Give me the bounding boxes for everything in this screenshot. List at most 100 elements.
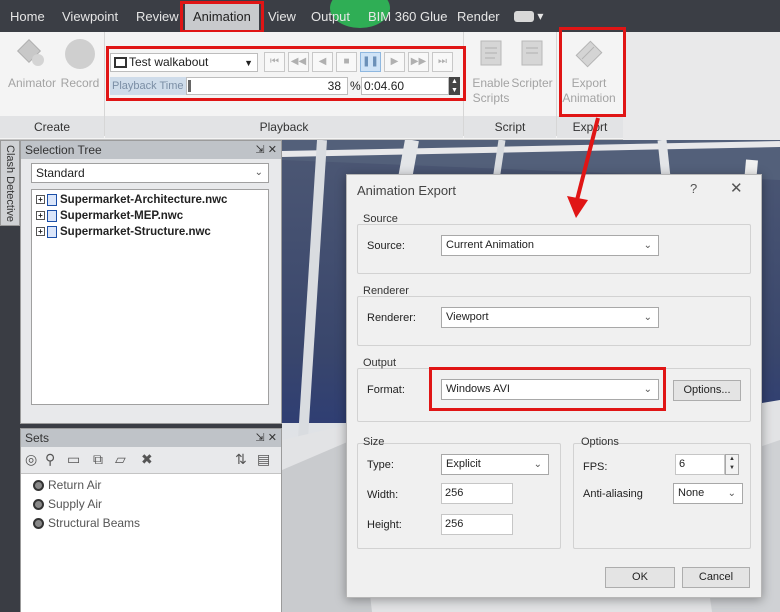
panel-close-icon[interactable]: ⇲ ✕ xyxy=(256,429,278,447)
source-label: Source: xyxy=(367,240,405,252)
tree-item[interactable]: + Supermarket-Architecture.nwc xyxy=(36,192,268,208)
selection-tree-header: Selection Tree ⇲ ✕ xyxy=(21,141,281,159)
chevron-down-icon: ⌄ xyxy=(643,312,652,323)
selection-tree-title: Selection Tree xyxy=(25,143,102,157)
export-group-label: Export xyxy=(572,120,608,134)
size-type-select[interactable]: Explicit ⌄ xyxy=(441,454,549,475)
annotation-box-export xyxy=(559,27,626,117)
scripter-icon xyxy=(516,38,548,70)
options-button[interactable]: Options... xyxy=(673,380,741,401)
import-export-icon[interactable]: ▤ xyxy=(257,451,270,468)
animation-export-dialog: Animation Export ? ✕ Source Source: Curr… xyxy=(346,174,762,598)
anti-aliasing-select[interactable]: None ⌄ xyxy=(673,483,743,504)
cancel-button[interactable]: Cancel xyxy=(682,567,750,588)
close-icon[interactable]: ✕ xyxy=(730,179,743,197)
annotation-box-playback xyxy=(106,46,466,101)
ok-button[interactable]: OK xyxy=(605,567,675,588)
file-icon xyxy=(47,209,57,222)
chevron-down-icon: ⌄ xyxy=(643,240,652,251)
record-button[interactable]: Record xyxy=(52,38,108,91)
tab-home[interactable]: Home xyxy=(10,9,45,24)
record-label: Record xyxy=(60,76,100,90)
panel-close-icon[interactable]: ⇲ ✕ xyxy=(256,141,278,159)
record-icon xyxy=(64,38,96,70)
chevron-down-icon: ⌄ xyxy=(533,459,542,470)
scripter-button[interactable]: Scripter xyxy=(504,38,560,91)
new-folder-icon[interactable]: ▭ xyxy=(67,451,80,468)
set-icon xyxy=(33,480,44,492)
menu-bar: Home Viewpoint Review Animation View Out… xyxy=(0,0,780,32)
selection-tree-filter[interactable]: Standard ⌄ xyxy=(31,163,269,183)
anti-aliasing-value: None xyxy=(678,487,705,499)
save-selection-icon[interactable]: ◎ xyxy=(25,451,37,468)
source-select[interactable]: Current Animation ⌄ xyxy=(441,235,659,256)
sets-header: Sets ⇲ ✕ xyxy=(21,429,281,447)
delete-icon[interactable]: ✖ xyxy=(141,451,153,468)
enable-scripts-label-line2: Scripts xyxy=(472,91,510,105)
duplicate-icon[interactable]: ⧉ xyxy=(93,451,103,468)
scripter-label: Scripter xyxy=(511,76,553,90)
chevron-down-icon: ⌄ xyxy=(727,488,736,499)
height-label: Height: xyxy=(367,519,402,531)
set-label: Supply Air xyxy=(48,497,103,511)
expand-icon[interactable]: + xyxy=(36,211,45,221)
add-comment-icon[interactable]: ▱ xyxy=(115,451,126,468)
set-label: Structural Beams xyxy=(48,516,141,530)
output-group-title: Output xyxy=(363,357,397,369)
width-field[interactable]: 256 xyxy=(441,483,513,504)
format-label: Format: xyxy=(367,384,405,396)
list-item[interactable]: Structural Beams xyxy=(33,516,140,530)
tab-render[interactable]: Render xyxy=(457,9,500,24)
sets-toolbar: ◎ ⚲ ▭ ⧉ ▱ ✖ ⇅ ▤ xyxy=(21,447,281,473)
cloud-icon xyxy=(514,11,534,23)
sort-icon[interactable]: ⇅ xyxy=(235,451,247,468)
list-item[interactable]: Supply Air xyxy=(33,497,102,511)
source-group-title: Source xyxy=(363,213,398,225)
selection-tree-filter-value: Standard xyxy=(36,166,85,180)
file-icon xyxy=(47,193,57,206)
expand-icon[interactable]: + xyxy=(36,227,45,237)
tab-bim360-glue[interactable]: BIM 360 Glue xyxy=(368,9,448,24)
annotation-box-animation-tab xyxy=(180,1,264,33)
list-item[interactable]: Return Air xyxy=(33,478,101,492)
playback-group-label: Playback xyxy=(259,120,309,134)
sets-list: Return Air Supply Air Structural Beams xyxy=(21,473,281,612)
set-icon xyxy=(33,518,44,530)
options-group-title: Options xyxy=(581,436,619,448)
size-type-value: Explicit xyxy=(446,458,481,470)
tree-item-label: Supermarket-Structure.nwc xyxy=(60,226,211,238)
renderer-select-value: Viewport xyxy=(446,311,489,323)
set-label: Return Air xyxy=(48,478,102,492)
anti-aliasing-label: Anti-aliasing xyxy=(583,488,643,500)
type-label: Type: xyxy=(367,459,394,471)
sets-panel: Sets ⇲ ✕ ◎ ⚲ ▭ ⧉ ▱ ✖ ⇅ ▤ Return Air Supp… xyxy=(20,428,282,612)
size-group-title: Size xyxy=(363,436,385,448)
clash-detective-label: Clash Detective xyxy=(4,145,16,223)
clash-detective-tab[interactable]: Clash Detective xyxy=(0,140,20,226)
width-label: Width: xyxy=(367,489,399,501)
fps-field[interactable]: 6 xyxy=(675,454,725,475)
tree-item[interactable]: + Supermarket-MEP.nwc xyxy=(36,208,268,224)
renderer-select[interactable]: Viewport ⌄ xyxy=(441,307,659,328)
cloud-menu-button[interactable]: ▾ xyxy=(514,9,543,23)
help-icon[interactable]: ? xyxy=(690,181,697,196)
fps-label: FPS: xyxy=(583,461,608,473)
animator-icon xyxy=(16,38,48,70)
annotation-box-format xyxy=(429,367,666,411)
height-field[interactable]: 256 xyxy=(441,514,513,535)
script-icon xyxy=(475,38,507,70)
tab-review[interactable]: Review xyxy=(136,9,179,24)
ribbon-background-right xyxy=(623,32,780,140)
tree-item[interactable]: + Supermarket-Structure.nwc xyxy=(36,224,268,240)
script-group-label: Script xyxy=(494,120,526,134)
expand-icon[interactable]: + xyxy=(36,195,45,205)
fps-spinner[interactable]: ▲ ▼ xyxy=(725,454,739,475)
renderer-label: Renderer: xyxy=(367,312,416,324)
save-search-icon[interactable]: ⚲ xyxy=(45,451,55,468)
create-group-label: Create xyxy=(33,120,71,134)
tab-viewpoint[interactable]: Viewpoint xyxy=(62,9,118,24)
tab-view[interactable]: View xyxy=(268,9,296,24)
tab-output[interactable]: Output xyxy=(311,9,350,24)
file-icon xyxy=(47,225,57,238)
tree-item-label: Supermarket-Architecture.nwc xyxy=(60,194,228,206)
